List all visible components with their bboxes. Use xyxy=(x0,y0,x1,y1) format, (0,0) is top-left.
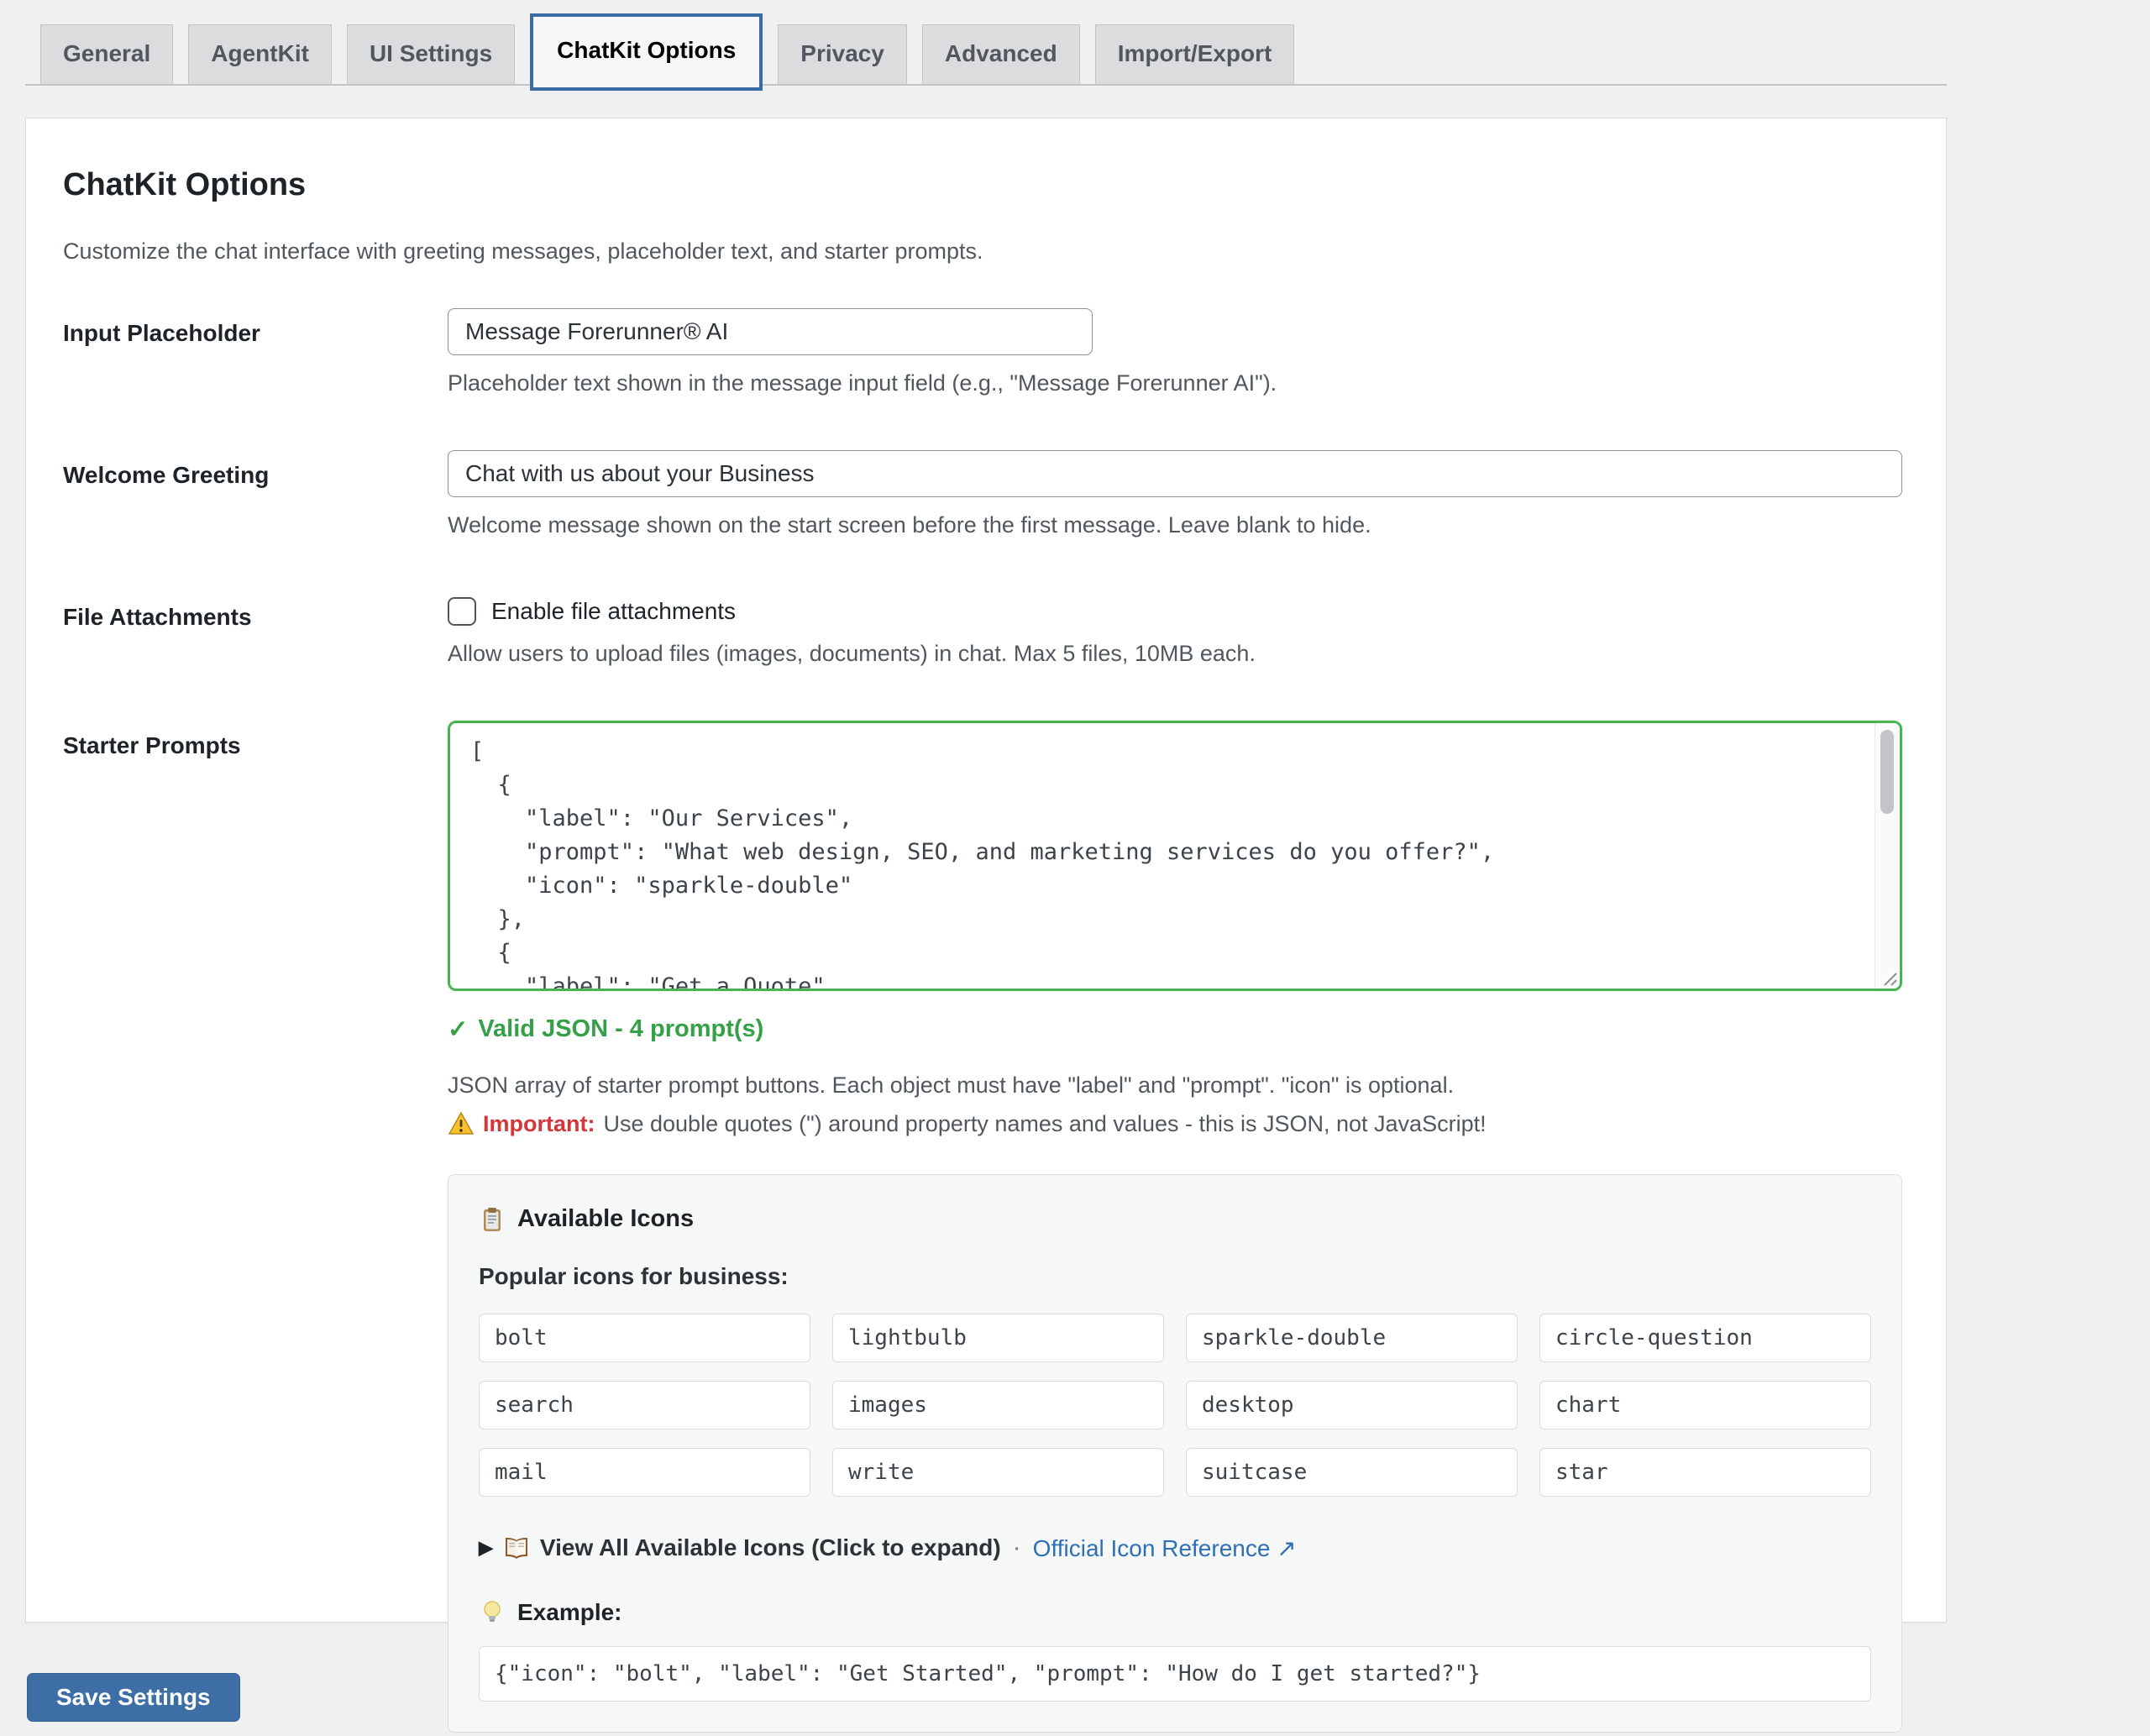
textarea-scrollbar-thumb[interactable] xyxy=(1880,730,1894,814)
icon-chip-write: write xyxy=(832,1448,1164,1497)
enable-attachments-checkbox[interactable] xyxy=(448,597,476,626)
icons-grid: bolt lightbulb sparkle-double circle-que… xyxy=(479,1314,1871,1497)
textarea-resize-handle[interactable] xyxy=(1876,965,1898,987)
save-settings-button[interactable]: Save Settings xyxy=(27,1673,240,1722)
row-starter-prompts: Starter Prompts [ { "label": "Our Servic… xyxy=(63,721,1909,1733)
settings-page: General AgentKit UI Settings ChatKit Opt… xyxy=(0,0,2150,1736)
example-label: Example: xyxy=(517,1599,622,1626)
icon-chip-chart: chart xyxy=(1539,1381,1871,1429)
icon-chip-circle-question: circle-question xyxy=(1539,1314,1871,1362)
starter-prompts-label: Starter Prompts xyxy=(63,721,448,759)
official-icon-reference-link[interactable]: Official Icon Reference ↗ xyxy=(1033,1534,1297,1562)
chatkit-options-panel: ChatKit Options Customize the chat inter… xyxy=(25,118,1947,1623)
example-code-box: {"icon": "bolt", "label": "Get Started",… xyxy=(479,1646,1871,1702)
view-all-icons-label: View All Available Icons (Click to expan… xyxy=(540,1534,1001,1561)
important-text: Use double quotes (") around property na… xyxy=(603,1111,1486,1137)
welcome-greeting-label: Welcome Greeting xyxy=(63,450,448,489)
important-label: Important: xyxy=(483,1111,595,1137)
icon-chip-suitcase: suitcase xyxy=(1186,1448,1518,1497)
icon-chip-lightbulb: lightbulb xyxy=(832,1314,1164,1362)
file-attachments-help: Allow users to upload files (images, doc… xyxy=(448,641,1909,667)
icon-chip-bolt: bolt xyxy=(479,1314,810,1362)
icon-chip-images: images xyxy=(832,1381,1164,1429)
input-placeholder-label: Input Placeholder xyxy=(63,308,448,347)
open-book-icon xyxy=(503,1534,530,1561)
available-icons-panel: Available Icons Popular icons for busine… xyxy=(448,1174,1902,1733)
tab-advanced[interactable]: Advanced xyxy=(922,24,1080,84)
page-subtitle: Customize the chat interface with greeti… xyxy=(63,239,1909,265)
check-icon: ✓ xyxy=(448,1015,468,1044)
row-file-attachments: File Attachments Enable file attachments… xyxy=(63,592,1909,667)
dot-separator: · xyxy=(1013,1534,1021,1562)
clipboard-icon xyxy=(479,1206,506,1233)
input-placeholder-field[interactable] xyxy=(448,308,1093,355)
tab-agentkit[interactable]: AgentKit xyxy=(188,24,332,84)
tab-general[interactable]: General xyxy=(40,24,173,84)
row-input-placeholder: Input Placeholder Placeholder text shown… xyxy=(63,308,1909,396)
icon-chip-sparkle-double: sparkle-double xyxy=(1186,1314,1518,1362)
icon-chip-mail: mail xyxy=(479,1448,810,1497)
icon-chip-search: search xyxy=(479,1381,810,1429)
enable-attachments-checkbox-label[interactable]: Enable file attachments xyxy=(491,598,736,625)
file-attachments-label: File Attachments xyxy=(63,592,448,631)
lightbulb-icon xyxy=(479,1599,506,1626)
view-all-icons-toggle[interactable]: ▶ View All Available Icons (Click to exp… xyxy=(479,1534,1001,1561)
json-validation-status: ✓ Valid JSON - 4 prompt(s) xyxy=(448,1015,1909,1044)
textarea-scrollbar-track[interactable] xyxy=(1875,723,1900,989)
warning-icon xyxy=(448,1110,475,1137)
icon-chip-star: star xyxy=(1539,1448,1871,1497)
starter-prompts-textarea[interactable]: [ { "label": "Our Services", "prompt": "… xyxy=(448,721,1902,991)
welcome-greeting-field[interactable] xyxy=(448,450,1902,497)
tab-chatkit-options[interactable]: ChatKit Options xyxy=(530,13,763,91)
expand-caret-icon: ▶ xyxy=(479,1537,493,1559)
input-placeholder-help: Placeholder text shown in the message in… xyxy=(448,370,1909,396)
tab-import-export[interactable]: Import/Export xyxy=(1095,24,1295,84)
starter-prompts-json: [ { "label": "Our Services", "prompt": "… xyxy=(450,723,1900,991)
starter-prompts-help: JSON array of starter prompt buttons. Ea… xyxy=(448,1073,1909,1099)
json-validation-text: Valid JSON - 4 prompt(s) xyxy=(478,1015,763,1043)
row-welcome-greeting: Welcome Greeting Welcome message shown o… xyxy=(63,450,1909,538)
icon-chip-desktop: desktop xyxy=(1186,1381,1518,1429)
settings-tabbar: General AgentKit UI Settings ChatKit Opt… xyxy=(25,0,1947,86)
tab-privacy[interactable]: Privacy xyxy=(778,24,907,84)
important-note: Important: Use double quotes (") around … xyxy=(448,1110,1909,1137)
page-title: ChatKit Options xyxy=(63,167,1909,203)
tab-ui-settings[interactable]: UI Settings xyxy=(347,24,515,84)
available-icons-title: Available Icons xyxy=(517,1205,694,1233)
popular-icons-subtitle: Popular icons for business: xyxy=(479,1263,1871,1290)
welcome-greeting-help: Welcome message shown on the start scree… xyxy=(448,512,1909,538)
settings-form: Input Placeholder Placeholder text shown… xyxy=(63,308,1909,1733)
